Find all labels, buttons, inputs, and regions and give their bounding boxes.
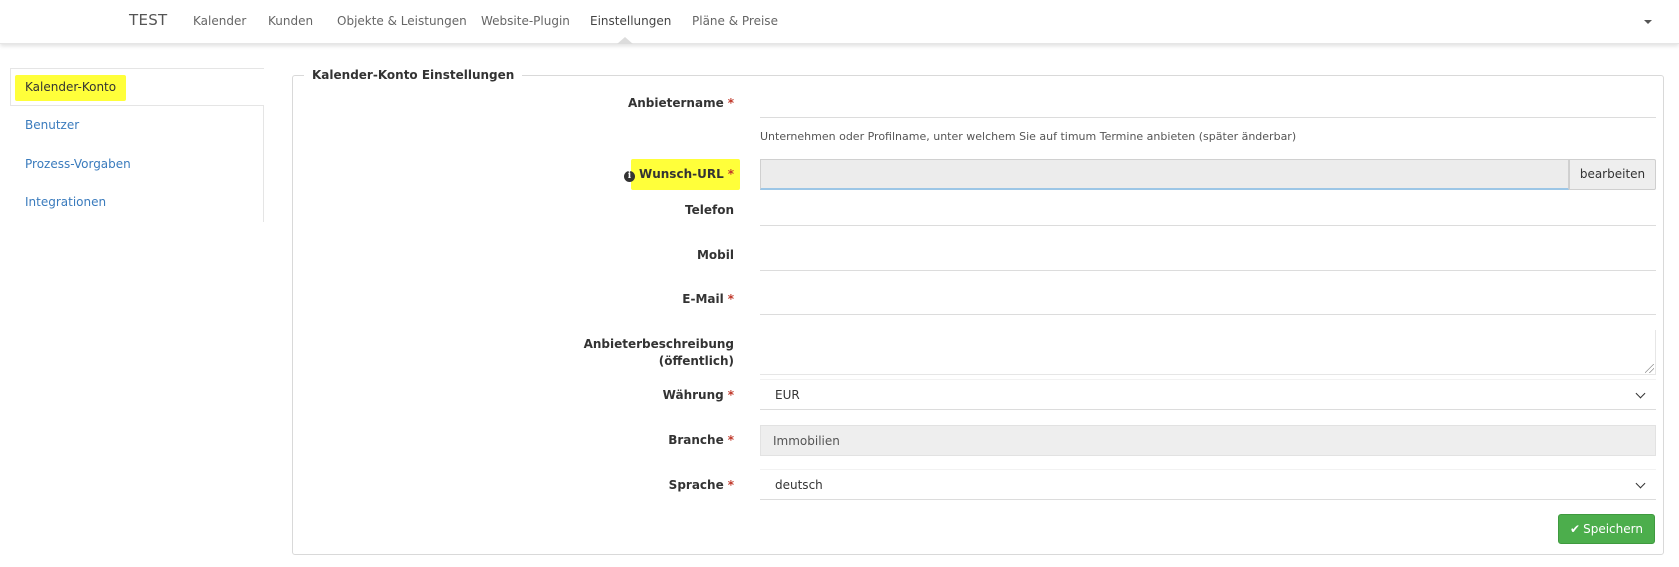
description-label-line1: Anbieterbeschreibung <box>583 337 734 351</box>
sidebar-item-integrationen[interactable]: Integrationen <box>25 195 106 209</box>
url-input[interactable] <box>760 159 1569 190</box>
mobile-label: Mobil <box>696 248 734 262</box>
sidebar-item-prozess-vorgaben[interactable]: Prozess-Vorgaben <box>25 157 131 171</box>
phone-label: Telefon <box>685 203 734 217</box>
nav-item-objekte-leistungen[interactable]: Objekte & Leistungen <box>337 14 467 28</box>
nav-item-website-plugin[interactable]: Website-Plugin <box>481 14 570 28</box>
currency-label: Währung * <box>662 388 734 402</box>
language-label: Sprache * <box>668 478 734 492</box>
industry-value: Immobilien <box>773 434 840 448</box>
currency-select[interactable]: EUR <box>760 379 1656 410</box>
fieldset-legend: Kalender-Konto Einstellungen <box>304 68 523 82</box>
language-select[interactable]: deutsch <box>760 469 1656 500</box>
language-value: deutsch <box>775 478 823 492</box>
nav-item-plaene-preise[interactable]: Pläne & Preise <box>692 14 778 28</box>
nav-item-kunden[interactable]: Kunden <box>268 14 313 28</box>
settings-sidebar: Kalender-Konto Benutzer Prozess-Vorgaben… <box>10 68 264 222</box>
mobile-input[interactable] <box>760 270 1656 271</box>
sidebar-divider <box>263 106 264 222</box>
user-menu-chevron-down-icon[interactable] <box>1644 20 1652 24</box>
sidebar-item-benutzer[interactable]: Benutzer <box>25 118 79 132</box>
save-button[interactable]: ✔ Speichern <box>1558 514 1655 544</box>
check-icon: ✔ <box>1570 522 1581 536</box>
description-label-line2: (öffentlich) <box>658 354 734 368</box>
active-tab-indicator <box>617 37 633 44</box>
provider-name-help: Unternehmen oder Profilname, unter welch… <box>760 130 1297 143</box>
sidebar-item-kalender-konto[interactable]: Kalender-Konto <box>10 68 264 106</box>
provider-name-input[interactable] <box>760 117 1656 118</box>
brand-logo[interactable]: TEST <box>129 11 168 29</box>
nav-item-kalender[interactable]: Kalender <box>193 14 246 28</box>
url-label: i Wunsch-URL * <box>623 167 734 182</box>
save-button-label: Speichern <box>1583 522 1643 536</box>
sidebar-item-label: Kalender-Konto <box>15 75 127 101</box>
industry-field: Immobilien <box>760 425 1656 456</box>
currency-value: EUR <box>775 388 800 402</box>
provider-name-label: Anbietername * <box>627 96 734 110</box>
nav-item-einstellungen[interactable]: Einstellungen <box>590 14 671 28</box>
resize-grip-icon[interactable] <box>1645 364 1654 373</box>
url-edit-button[interactable]: bearbeiten <box>1569 159 1656 190</box>
chevron-down-icon <box>1635 388 1646 399</box>
industry-label: Branche * <box>668 433 734 447</box>
email-input[interactable] <box>760 314 1656 315</box>
email-label: E-Mail * <box>682 292 734 306</box>
info-icon[interactable]: i <box>623 171 635 182</box>
description-textarea[interactable] <box>760 330 1656 375</box>
top-navbar: TEST Kalender Kunden Objekte & Leistunge… <box>0 0 1679 44</box>
phone-input[interactable] <box>760 225 1656 226</box>
chevron-down-icon <box>1635 478 1646 489</box>
